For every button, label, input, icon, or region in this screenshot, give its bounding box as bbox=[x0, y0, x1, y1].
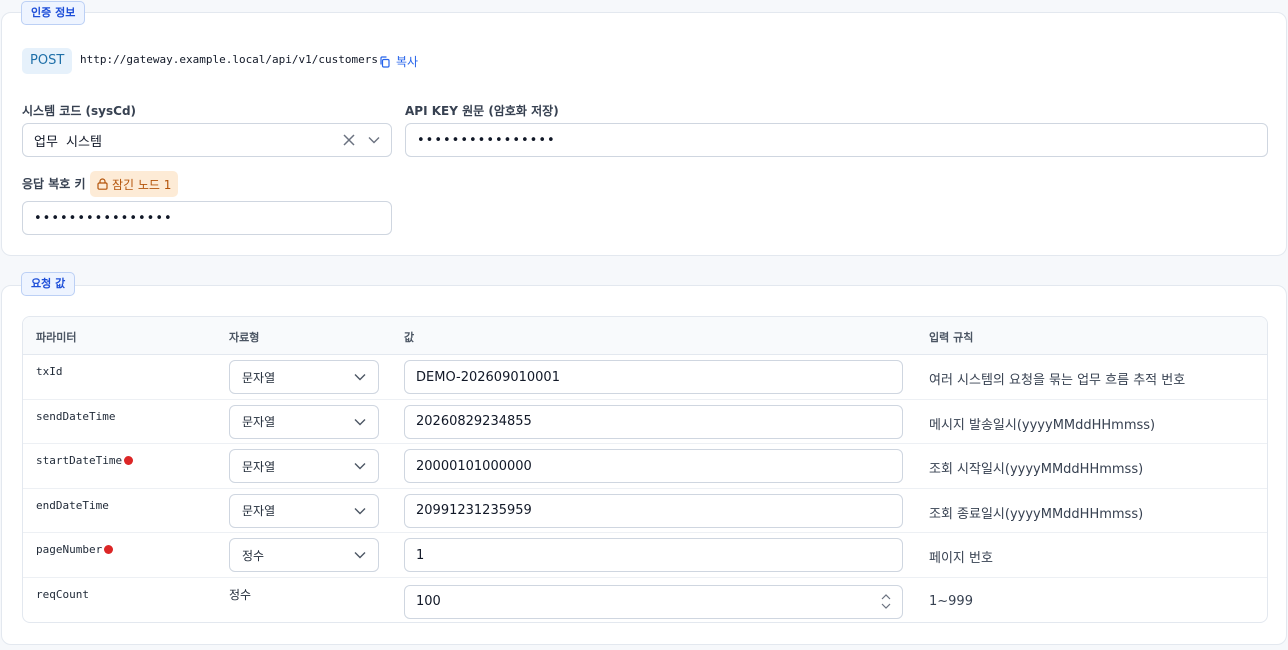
http-method-badge: POST bbox=[22, 48, 73, 74]
table-row: sendDateTime 문자열 20260829234855 메시지 발송일시… bbox=[23, 400, 1267, 445]
copy-label: 복사 bbox=[396, 55, 419, 69]
auth-card: POST http://gateway.example.local/api/v1… bbox=[1, 12, 1287, 256]
system-code-label: 시스템 코드 (sysCd) bbox=[22, 104, 137, 118]
api-key-label: API KEY 원문 (암호화 저장) bbox=[405, 104, 559, 118]
col-value: 값 bbox=[404, 331, 415, 344]
copy-url-button[interactable]: 복사 bbox=[379, 53, 418, 70]
system-code-value: 업무 시스템 bbox=[34, 134, 102, 150]
chevron-down-icon[interactable] bbox=[368, 136, 380, 144]
col-param: 파라미터 bbox=[36, 331, 77, 344]
table-row: startDateTime 문자열 20000101000000 조회 시작일시… bbox=[23, 444, 1267, 489]
copy-icon bbox=[380, 55, 390, 68]
type-select[interactable]: 문자열 bbox=[229, 404, 379, 439]
value-input[interactable]: 20991231235959 bbox=[404, 493, 903, 528]
param-name: sendDateTime bbox=[36, 409, 116, 423]
api-key-input[interactable]: •••••••••••••••• bbox=[405, 123, 1268, 157]
endpoint-url: http://gateway.example.local/api/v1/cust… bbox=[80, 53, 379, 66]
table-row: txId 문자열 DEMO-202609010001 여러 시스템의 요청을 묶… bbox=[23, 355, 1267, 400]
input-rule: 여러 시스템의 요청을 묶는 업무 흐름 추적 번호 bbox=[929, 373, 1186, 388]
param-name: endDateTime bbox=[36, 498, 109, 512]
col-rule: 입력 규칙 bbox=[929, 331, 974, 344]
auth-section-title: 인증 정보 bbox=[21, 1, 86, 25]
type-select[interactable]: 문자열 bbox=[229, 449, 379, 484]
type-static: 정수 bbox=[229, 587, 252, 602]
chevron-up-icon[interactable] bbox=[881, 594, 891, 600]
required-indicator bbox=[104, 545, 114, 555]
number-input[interactable]: 100 bbox=[404, 584, 903, 619]
locked-node-text: 잠긴 노드 1 bbox=[112, 177, 172, 192]
response-key-input[interactable]: •••••••••••••••• bbox=[22, 201, 392, 235]
input-rule: 1~999 bbox=[929, 593, 973, 609]
type-select[interactable]: 정수 bbox=[229, 538, 379, 573]
table-header: 파라미터 자료형 값 입력 규칙 bbox=[23, 317, 1267, 355]
table-row: pageNumber 정수 1 페이지 번호 bbox=[23, 533, 1267, 578]
col-type: 자료형 bbox=[229, 331, 260, 344]
table-row: reqCount 정수 100 1~999 bbox=[23, 578, 1267, 622]
params-table: 파라미터 자료형 값 입력 규칙 txId 문자열 DEMO-202609010… bbox=[22, 316, 1268, 623]
api-key-value: •••••••••••••••• bbox=[417, 132, 556, 148]
type-select[interactable]: 문자열 bbox=[229, 360, 379, 394]
response-key-label: 응답 복호 키 bbox=[22, 177, 86, 191]
input-rule: 조회 시작일시(yyyyMMddHHmmss) bbox=[929, 462, 1144, 478]
param-name: reqCount bbox=[36, 587, 89, 601]
request-card: 파라미터 자료형 값 입력 규칙 txId 문자열 DEMO-202609010… bbox=[1, 285, 1287, 645]
input-rule: 페이지 번호 bbox=[929, 551, 993, 567]
request-section-title: 요청 값 bbox=[21, 272, 76, 296]
required-indicator bbox=[124, 456, 134, 466]
table-row: endDateTime 문자열 20991231235959 조회 종료일시(y… bbox=[23, 489, 1267, 534]
input-rule: 조회 종료일시(yyyyMMddHHmmss) bbox=[929, 506, 1144, 522]
clear-icon[interactable] bbox=[342, 133, 356, 147]
response-key-value: •••••••••••••••• bbox=[34, 210, 173, 226]
value-input[interactable]: 20000101000000 bbox=[404, 449, 903, 484]
chevron-down-icon bbox=[354, 463, 366, 470]
value-input[interactable]: 20260829234855 bbox=[404, 404, 903, 439]
chevron-down-icon[interactable] bbox=[881, 603, 891, 610]
lock-icon bbox=[97, 178, 108, 190]
value-input[interactable]: DEMO-202609010001 bbox=[404, 360, 903, 394]
type-select[interactable]: 문자열 bbox=[229, 493, 379, 528]
param-name: txId bbox=[36, 365, 63, 378]
param-name: pageNumber bbox=[36, 543, 114, 556]
chevron-down-icon bbox=[354, 418, 366, 426]
chevron-down-icon bbox=[354, 374, 366, 381]
param-name: startDateTime bbox=[36, 454, 134, 467]
system-code-select[interactable]: 업무 시스템 bbox=[22, 123, 392, 157]
chevron-down-icon bbox=[354, 507, 366, 515]
locked-node-badge: 잠긴 노드 1 bbox=[90, 171, 179, 197]
value-input[interactable]: 1 bbox=[404, 538, 903, 573]
number-stepper[interactable] bbox=[881, 594, 891, 610]
chevron-down-icon bbox=[354, 552, 366, 559]
input-rule: 메시지 발송일시(yyyyMMddHHmmss) bbox=[929, 417, 1156, 433]
